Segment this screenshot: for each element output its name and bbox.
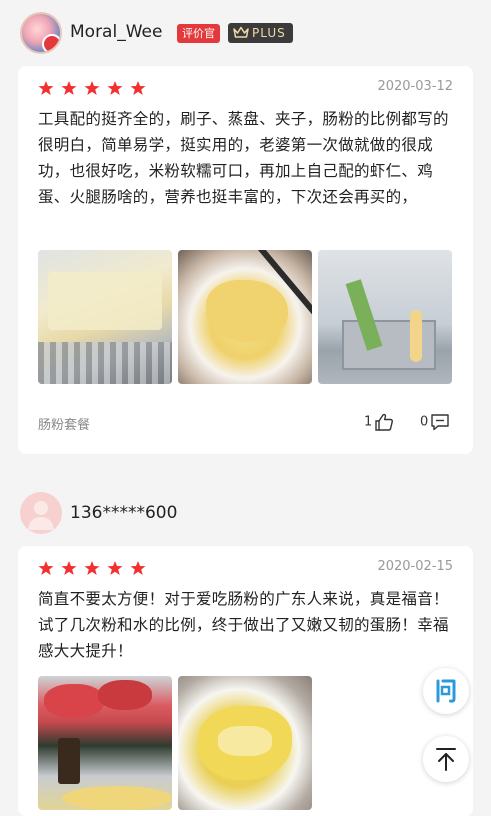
comment-count: 0	[420, 414, 429, 430]
star-icon	[38, 561, 54, 575]
review-photo-egg-rolls[interactable]	[178, 676, 312, 810]
comment-icon	[431, 414, 449, 431]
rating-stars	[38, 560, 148, 576]
star-icon	[84, 561, 100, 575]
review-text[interactable]: 简直不要太方便！对于爱吃肠粉的广东人来说，真是福音！试了几次粉和水的比例，终于做…	[38, 586, 455, 664]
review-text[interactable]: 工具配的挺齐全的，刷子、蒸盘、夹子，肠粉的比例都写的很明白，简单易学，挺实用的，…	[38, 106, 455, 210]
review-photo-tools[interactable]	[318, 250, 452, 384]
star-icon	[107, 561, 123, 575]
star-icon	[61, 561, 77, 575]
review-photo-flowers[interactable]	[38, 676, 172, 810]
star-icon	[130, 81, 146, 95]
star-icon	[38, 81, 54, 95]
review-card: 2020-03-12 工具配的挺齐全的，刷子、蒸盘、夹子，肠粉的比例都写的很明白…	[18, 66, 473, 454]
back-to-top-button[interactable]	[423, 736, 469, 782]
review-date: 2020-02-15	[377, 559, 453, 574]
comment-button[interactable]: 0	[420, 413, 450, 431]
review-photo-dish[interactable]	[178, 250, 312, 384]
star-icon	[130, 561, 146, 575]
back-to-top-icon	[436, 748, 456, 771]
like-count: 1	[364, 414, 373, 430]
review-date: 2020-03-12	[377, 79, 453, 94]
like-button[interactable]: 1	[364, 413, 394, 431]
rating-stars	[38, 80, 148, 96]
review-card: 2020-02-15 简直不要太方便！对于爱吃肠粉的广东人来说，真是福音！试了几…	[18, 546, 473, 816]
thumbs-up-icon	[375, 413, 394, 431]
review-photo-steamer[interactable]	[38, 250, 172, 384]
ask-button[interactable]	[423, 668, 469, 714]
username[interactable]: 136*****600	[70, 503, 177, 523]
product-tag[interactable]: 肠粉套餐	[38, 414, 90, 433]
ask-icon	[436, 679, 456, 703]
star-icon	[84, 81, 100, 95]
star-icon	[107, 81, 123, 95]
review-2-user-row: 136*****600	[0, 0, 491, 534]
star-icon	[61, 81, 77, 95]
default-avatar-icon[interactable]	[20, 492, 62, 534]
